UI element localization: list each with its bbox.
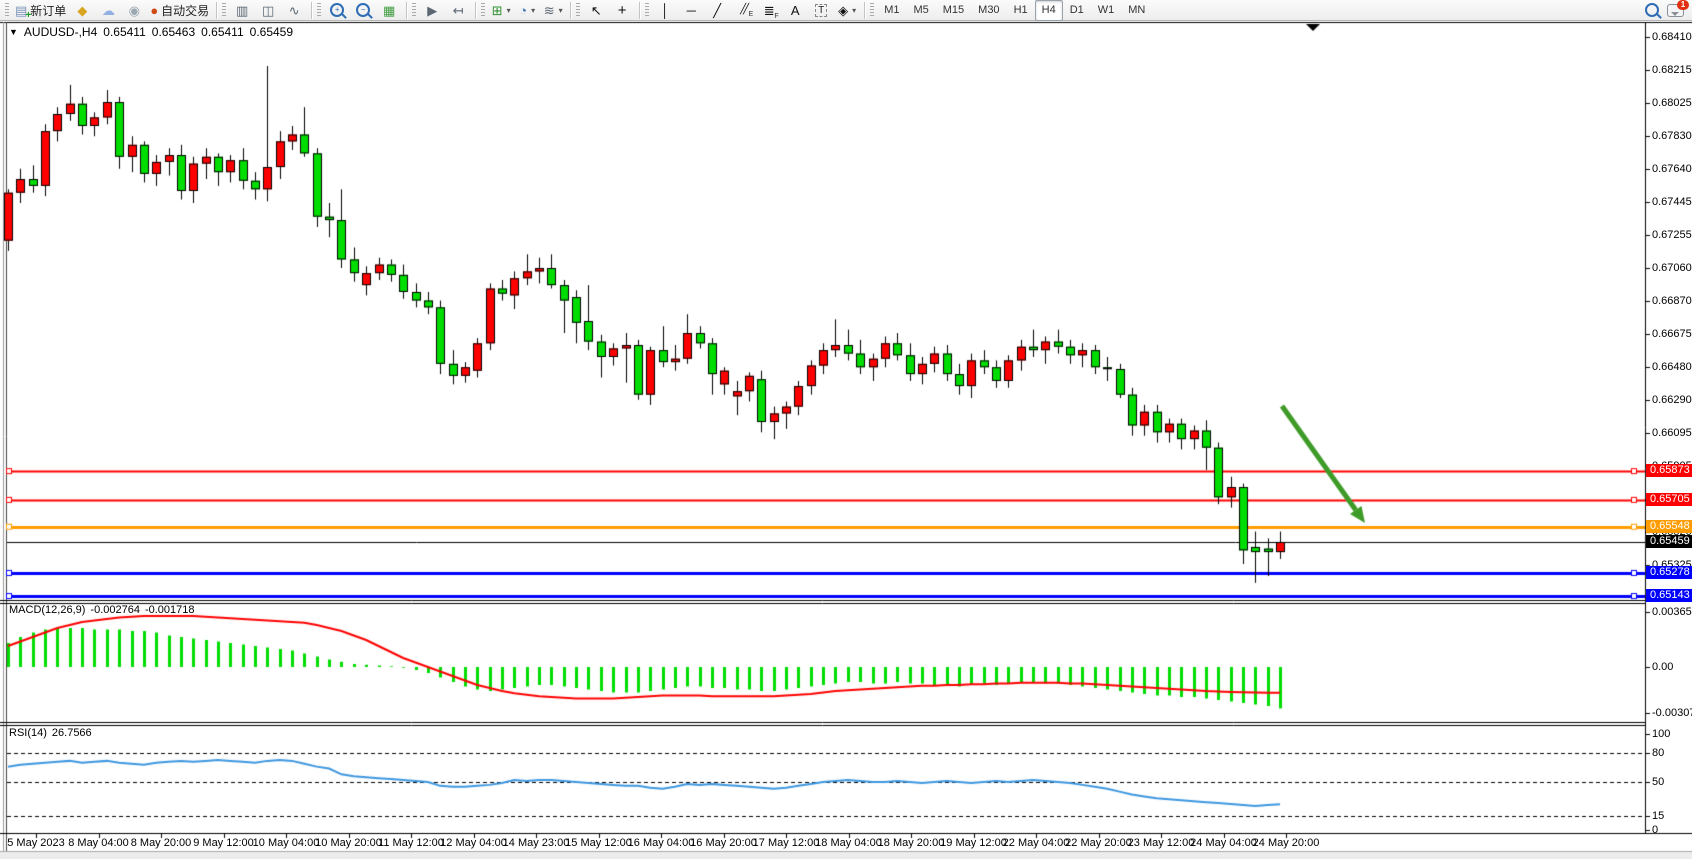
toolbar-community-button[interactable]: ☁ bbox=[95, 0, 121, 21]
toolbar-label-tool-button[interactable]: T bbox=[808, 0, 834, 21]
toolbar-grip bbox=[222, 3, 226, 18]
toolbar-cursor-button[interactable]: ↖ bbox=[583, 0, 609, 21]
label-tool-icon: T bbox=[815, 4, 827, 17]
toolbar-new-chart-button[interactable]: ⊞▾ bbox=[488, 0, 514, 21]
timeframe-m30-button[interactable]: M30 bbox=[971, 0, 1006, 21]
chevron-down-icon[interactable]: ▾ bbox=[531, 6, 535, 15]
line-chart-icon: ∿ bbox=[289, 4, 300, 17]
notification-badge: 1 bbox=[1677, 0, 1689, 10]
timeframe-mn-button[interactable]: MN bbox=[1121, 0, 1152, 21]
tile-windows-icon: ▦ bbox=[383, 4, 395, 17]
chart-shift-icon: ↤ bbox=[453, 4, 464, 17]
channel-letter: E bbox=[749, 11, 751, 18]
new-order-label: 新订单 bbox=[30, 2, 66, 19]
toolbar-signals-button[interactable]: ◉ bbox=[121, 0, 147, 21]
toolbar-grip bbox=[576, 3, 580, 18]
chevron-down-icon[interactable]: ▾ bbox=[852, 6, 856, 15]
toolbar-chart-shift-button[interactable]: ↤ bbox=[445, 0, 471, 21]
toolbar-auto-scroll-button[interactable]: ▶ bbox=[419, 0, 445, 21]
vline-icon: │ bbox=[661, 4, 669, 17]
toolbar: ▤+新订单◆☁◉●自动交易▥◫∿+−▦▶↤⊞▾◔▾≋▾↖+│─╱╱╱E≣FAT◈… bbox=[0, 0, 1692, 21]
chevron-down-icon[interactable]: ▾ bbox=[507, 6, 511, 15]
clock-icon: ◔ bbox=[519, 4, 527, 17]
cursor-icon: ↖ bbox=[591, 4, 602, 17]
zoom-in-icon: + bbox=[330, 3, 344, 17]
terminal-window: ▤+新订单◆☁◉●自动交易▥◫∿+−▦▶↤⊞▾◔▾≋▾↖+│─╱╱╱E≣FAT◈… bbox=[0, 0, 1692, 859]
timeframe-m1-button[interactable]: M1 bbox=[877, 0, 906, 21]
shapes-icon: ◈ bbox=[838, 4, 848, 17]
toolbar-arrows-tool-button[interactable]: ◈▾ bbox=[834, 0, 860, 21]
cloud-icon: ☁ bbox=[102, 4, 115, 17]
toolbar-crosshair-button[interactable]: + bbox=[609, 0, 635, 21]
toolbar-zoom-out-button[interactable]: − bbox=[350, 0, 376, 21]
toolbar-market-button[interactable]: ◆ bbox=[69, 0, 95, 21]
toolbar-zoom-in-button[interactable]: + bbox=[324, 0, 350, 21]
robot-icon: ● bbox=[150, 4, 158, 17]
hline-icon: ─ bbox=[687, 4, 696, 17]
toolbar-separator bbox=[311, 2, 312, 19]
toolbar-separator bbox=[406, 2, 407, 19]
doc-plus-icon: ▤+ bbox=[15, 4, 27, 17]
crosshair-icon: + bbox=[618, 3, 627, 18]
notifications-icon[interactable]: 1 bbox=[1667, 4, 1684, 17]
toolbar-separator bbox=[570, 2, 571, 19]
toolbar-right: 1 bbox=[1645, 3, 1688, 17]
toolbar-new-order-button[interactable]: ▤+新订单 bbox=[12, 0, 69, 21]
toolbar-horizontal-line-tool-button[interactable]: ─ bbox=[678, 0, 704, 21]
timeframe-h4-button[interactable]: H4 bbox=[1035, 0, 1063, 21]
timeframe-d1-button[interactable]: D1 bbox=[1063, 0, 1091, 21]
toolbar-tile-windows-button[interactable]: ▦ bbox=[376, 0, 402, 21]
toolbar-candle-chart-mode-button[interactable]: ◫ bbox=[255, 0, 281, 21]
toolbar-grip bbox=[5, 3, 9, 18]
timeframe-m5-button[interactable]: M5 bbox=[906, 0, 935, 21]
toolbar-line-chart-mode-button[interactable]: ∿ bbox=[281, 0, 307, 21]
toolbar-grip bbox=[317, 3, 321, 18]
channel-icon: ╱╱E bbox=[740, 5, 746, 15]
timeframe-m15-button[interactable]: M15 bbox=[936, 0, 971, 21]
fibo-icon: ≣F bbox=[764, 4, 775, 17]
bar-chart-icon: ▥ bbox=[236, 4, 248, 17]
trendline-icon: ╱ bbox=[713, 4, 721, 17]
toolbar-text-tool-button[interactable]: A bbox=[782, 0, 808, 21]
zoom-out-icon: − bbox=[356, 3, 370, 17]
toolbar-vertical-line-tool-button[interactable]: │ bbox=[652, 0, 678, 21]
toolbar-grip bbox=[870, 3, 874, 18]
gold-gem-icon: ◆ bbox=[77, 4, 87, 17]
signal-icon: ◉ bbox=[129, 4, 140, 17]
timeframe-h1-button[interactable]: H1 bbox=[1007, 0, 1035, 21]
toolbar-trendline-tool-button[interactable]: ╱ bbox=[704, 0, 730, 21]
toolbar-channel-tool-button[interactable]: ╱╱E bbox=[730, 0, 756, 21]
toolbar-auto-trading-button[interactable]: ●自动交易 bbox=[147, 0, 212, 21]
toolbar-bar-chart-mode-button[interactable]: ▥ bbox=[229, 0, 255, 21]
toolbar-grip bbox=[412, 3, 416, 18]
toolbar-separator bbox=[639, 2, 640, 19]
candle-chart-icon: ◫ bbox=[262, 4, 274, 17]
timeframe-w1-button[interactable]: W1 bbox=[1091, 0, 1122, 21]
toolbar-grip bbox=[481, 3, 485, 18]
templates-icon: ≋ bbox=[544, 4, 555, 17]
toolbar-grip bbox=[645, 3, 649, 18]
toolbar-separator bbox=[475, 2, 476, 19]
plus-icon: + bbox=[25, 11, 31, 21]
textA-icon: A bbox=[791, 4, 800, 17]
toolbar-fibonacci-tool-button[interactable]: ≣F bbox=[756, 0, 782, 21]
auto-scroll-icon: ▶ bbox=[427, 4, 437, 17]
toolbar-separator bbox=[216, 2, 217, 19]
search-icon[interactable] bbox=[1645, 3, 1659, 17]
toolbar-templates-button[interactable]: ≋▾ bbox=[540, 0, 566, 21]
chart-canvas[interactable] bbox=[0, 0, 1692, 859]
toolbar-separator bbox=[864, 2, 865, 19]
chevron-down-icon[interactable]: ▾ bbox=[559, 6, 563, 15]
auto-trading-label: 自动交易 bbox=[161, 2, 209, 19]
fibo-letter: F bbox=[774, 13, 778, 20]
toolbar-periods-button[interactable]: ◔▾ bbox=[514, 0, 540, 21]
new-chart-icon: ⊞ bbox=[492, 4, 503, 17]
